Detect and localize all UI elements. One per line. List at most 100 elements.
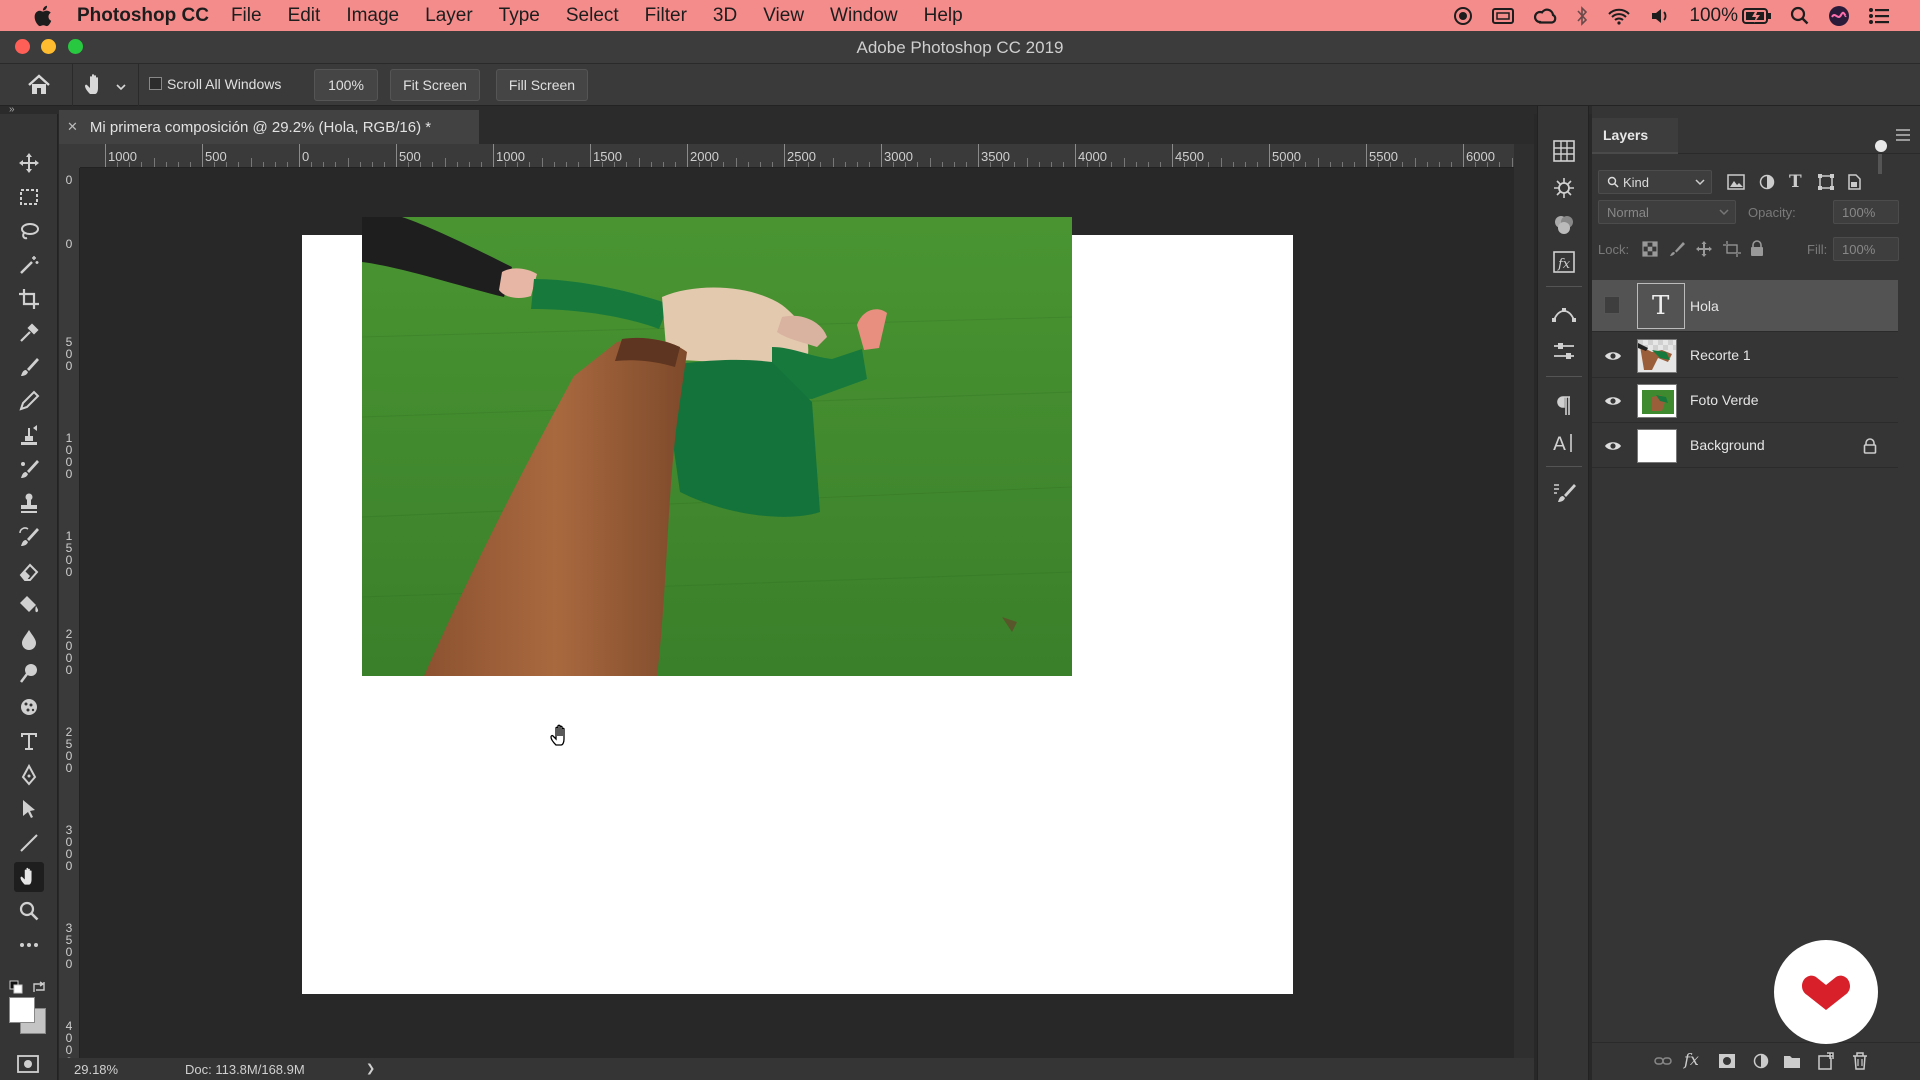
layer-row-hola[interactable]: T Hola (1592, 280, 1898, 332)
menu-edit[interactable]: Edit (288, 5, 321, 27)
line-tool-icon[interactable] (14, 828, 44, 858)
paint-bucket-tool-icon[interactable] (14, 590, 44, 620)
lock-icon[interactable] (1863, 438, 1877, 454)
chevron-down-icon[interactable] (116, 79, 126, 97)
lock-artboard-icon[interactable] (1723, 241, 1741, 262)
visibility-toggle-off[interactable] (1604, 296, 1620, 314)
blend-mode-select[interactable]: Normal (1598, 200, 1736, 224)
menu-filter[interactable]: Filter (645, 5, 687, 27)
wifi-icon[interactable] (1607, 6, 1631, 26)
ruler-origin[interactable] (59, 144, 80, 168)
adjustments-panel-icon[interactable] (1549, 336, 1579, 366)
brush-tool-icon[interactable] (14, 352, 44, 382)
fill-input[interactable]: 100% (1833, 237, 1899, 261)
new-group-folder-icon[interactable] (1783, 1053, 1801, 1074)
battery-status[interactable]: 100% (1689, 5, 1772, 27)
history-brush-tool-icon[interactable] (14, 522, 44, 552)
lock-all-icon[interactable] (1750, 240, 1764, 261)
menu-window[interactable]: Window (830, 5, 898, 27)
spotlight-search-icon[interactable] (1790, 6, 1810, 26)
creative-cloud-icon[interactable] (1533, 6, 1557, 26)
move-tool-icon[interactable] (14, 148, 44, 178)
panel-menu-icon[interactable] (1895, 128, 1911, 147)
menu-image[interactable]: Image (346, 5, 399, 27)
brush-settings-panel-icon[interactable] (1549, 478, 1579, 508)
opacity-input[interactable]: 100% (1833, 200, 1899, 224)
menu-3d[interactable]: 3D (713, 5, 737, 27)
lock-transparent-icon[interactable] (1642, 241, 1658, 262)
hand-tool-icon[interactable] (14, 862, 44, 892)
filter-kind-select[interactable]: Kind (1598, 170, 1712, 194)
zoom-100-button[interactable]: 100% (314, 69, 378, 101)
filter-shape-icon[interactable] (1818, 174, 1834, 195)
vertical-scrollbar[interactable] (1514, 144, 1534, 1058)
notification-center-icon[interactable] (1868, 6, 1890, 26)
display-icon[interactable] (1491, 6, 1515, 26)
new-layer-icon[interactable] (1818, 1052, 1834, 1075)
menu-file[interactable]: File (231, 5, 262, 27)
close-tab-icon[interactable]: ✕ (67, 119, 78, 135)
quick-mask-icon[interactable] (16, 1054, 40, 1079)
layer-style-fx-icon[interactable]: fx (1684, 1050, 1699, 1069)
add-mask-icon[interactable] (1718, 1053, 1736, 1074)
eye-icon[interactable] (1604, 347, 1622, 365)
siri-icon[interactable] (1828, 5, 1850, 27)
layer-row-recorte-1[interactable]: Recorte 1 (1592, 334, 1898, 378)
home-icon[interactable] (26, 73, 52, 102)
sponge-tool-icon[interactable] (14, 692, 44, 722)
navigator-panel-icon[interactable] (1549, 173, 1579, 203)
pencil-tool-icon[interactable] (14, 386, 44, 416)
filter-toggle-switch[interactable] (1875, 140, 1887, 152)
magic-wand-tool-icon[interactable] (14, 250, 44, 280)
link-layers-icon[interactable] (1654, 1054, 1672, 1073)
clone-stamp-tool-icon[interactable] (14, 420, 44, 450)
type-tool-icon[interactable] (14, 726, 44, 756)
menu-select[interactable]: Select (566, 5, 619, 27)
layer-row-background[interactable]: Background (1592, 424, 1898, 468)
record-icon[interactable] (1453, 6, 1473, 26)
delete-layer-icon[interactable] (1852, 1052, 1868, 1075)
filter-adjustment-icon[interactable] (1759, 174, 1775, 195)
lock-pixels-icon[interactable] (1669, 241, 1685, 262)
hand-tool-preset-icon[interactable] (82, 72, 108, 103)
healing-brush-tool-icon[interactable] (14, 454, 44, 484)
layer-row-foto-verde[interactable]: Foto Verde (1592, 379, 1898, 423)
grid-panel-icon[interactable] (1549, 136, 1579, 166)
zoom-tool-icon[interactable] (14, 896, 44, 926)
fit-screen-button[interactable]: Fit Screen (390, 69, 480, 101)
eye-icon[interactable] (1604, 437, 1622, 455)
menu-help[interactable]: Help (924, 5, 963, 27)
apple-icon[interactable] (31, 4, 57, 28)
styles-panel-icon[interactable]: fx (1549, 247, 1579, 277)
menu-view[interactable]: View (763, 5, 804, 27)
app-menu[interactable]: Photoshop CC (77, 5, 209, 27)
scroll-all-windows-checkbox[interactable] (149, 77, 162, 90)
crop-tool-icon[interactable] (14, 284, 44, 314)
channels-panel-icon[interactable] (1549, 210, 1579, 240)
paragraph-panel-icon[interactable] (1549, 391, 1579, 421)
eraser-tool-icon[interactable] (14, 556, 44, 586)
status-menu-arrow[interactable]: ❯ (366, 1062, 375, 1075)
vertical-ruler[interactable]: 0 0 500 1000 1500 2000 2500 3000 3500 4000 (59, 168, 80, 1058)
blur-tool-icon[interactable] (14, 624, 44, 654)
eye-icon[interactable] (1604, 392, 1622, 410)
paths-panel-icon[interactable] (1549, 299, 1579, 329)
bluetooth-icon[interactable] (1575, 5, 1589, 26)
stamp-tool-icon[interactable] (14, 488, 44, 518)
path-selection-tool-icon[interactable] (14, 794, 44, 824)
document-tab[interactable]: ✕ Mi primera composición @ 29.2% (Hola, … (59, 110, 479, 144)
layers-tab[interactable]: Layers (1592, 118, 1678, 154)
fill-screen-button[interactable]: Fill Screen (496, 69, 588, 101)
character-panel-icon[interactable]: A (1549, 428, 1579, 458)
zoom-level[interactable]: 29.18% (74, 1062, 118, 1077)
eyedropper-tool-icon[interactable] (14, 318, 44, 348)
volume-icon[interactable] (1649, 6, 1671, 26)
pen-tool-icon[interactable] (14, 760, 44, 790)
dodge-tool-icon[interactable] (14, 658, 44, 688)
lock-position-icon[interactable] (1696, 241, 1712, 262)
marquee-tool-icon[interactable] (14, 182, 44, 212)
more-tools-icon[interactable] (14, 930, 44, 960)
lasso-tool-icon[interactable] (14, 216, 44, 246)
menu-type[interactable]: Type (499, 5, 540, 27)
horizontal-ruler[interactable]: 1000 500 0 500 1000 1500 2000 2500 3000 3500 4000 4… (80, 144, 1514, 168)
